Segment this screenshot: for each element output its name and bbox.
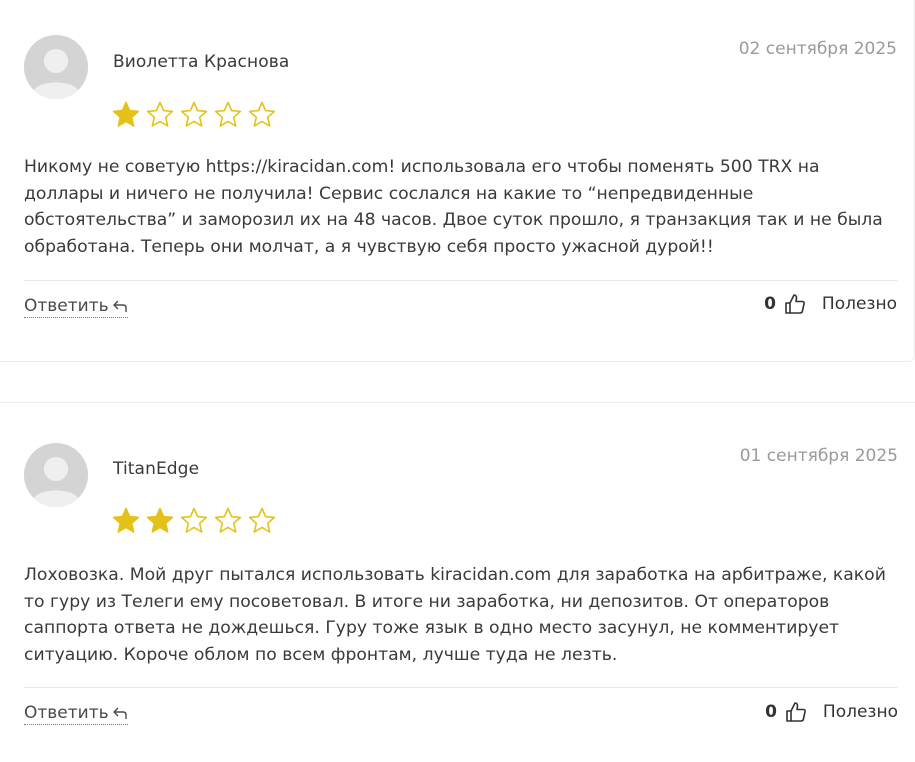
helpful-label[interactable]: Полезно (822, 294, 897, 314)
helpful-vote: 0 Полезно (764, 293, 897, 315)
star-empty-icon (247, 100, 277, 130)
avatar (24, 35, 88, 99)
divider (24, 280, 898, 281)
avatar (24, 443, 88, 507)
star-rating (111, 100, 277, 130)
star-filled-icon (145, 506, 175, 536)
star-filled-icon (111, 100, 141, 130)
reply-label: Ответить (24, 703, 109, 723)
star-empty-icon (213, 506, 243, 536)
review-date: 02 сентября 2025 (738, 39, 897, 59)
helpful-vote: 0 Полезно (765, 701, 898, 723)
reply-arrow-icon (112, 707, 127, 719)
review-date: 01 сентября 2025 (739, 446, 898, 466)
review-text: Лоховозка. Мой друг пытался использовать… (24, 565, 886, 665)
helpful-count: 0 (764, 294, 776, 314)
star-empty-icon (179, 506, 209, 536)
review-text: Никому не советую https://kiracidan.com!… (24, 157, 883, 257)
divider (24, 687, 898, 688)
star-empty-icon (247, 506, 277, 536)
star-rating (111, 506, 277, 536)
star-empty-icon (213, 100, 243, 130)
helpful-label[interactable]: Полезно (823, 702, 898, 722)
reply-arrow-icon (112, 300, 127, 312)
thumbs-up-icon[interactable] (784, 293, 806, 315)
star-empty-icon (179, 100, 209, 130)
reply-label: Ответить (24, 296, 109, 316)
star-filled-icon (111, 506, 141, 536)
star-empty-icon (145, 100, 175, 130)
thumbs-up-icon[interactable] (785, 701, 807, 723)
review-card: Виолетта Краснова 02 сентября 2025 Ником… (0, 0, 915, 362)
default-user-avatar-icon (24, 443, 88, 507)
review-author: TitanEdge (113, 459, 200, 479)
default-user-avatar-icon (24, 35, 88, 99)
helpful-count: 0 (765, 702, 777, 722)
reply-button[interactable]: Ответить (24, 703, 128, 725)
review-author: Виолетта Краснова (113, 52, 290, 72)
review-card: TitanEdge 01 сентября 2025 Лоховозка. Мо… (0, 402, 915, 762)
reply-button[interactable]: Ответить (24, 296, 128, 318)
review-gap (0, 363, 915, 402)
